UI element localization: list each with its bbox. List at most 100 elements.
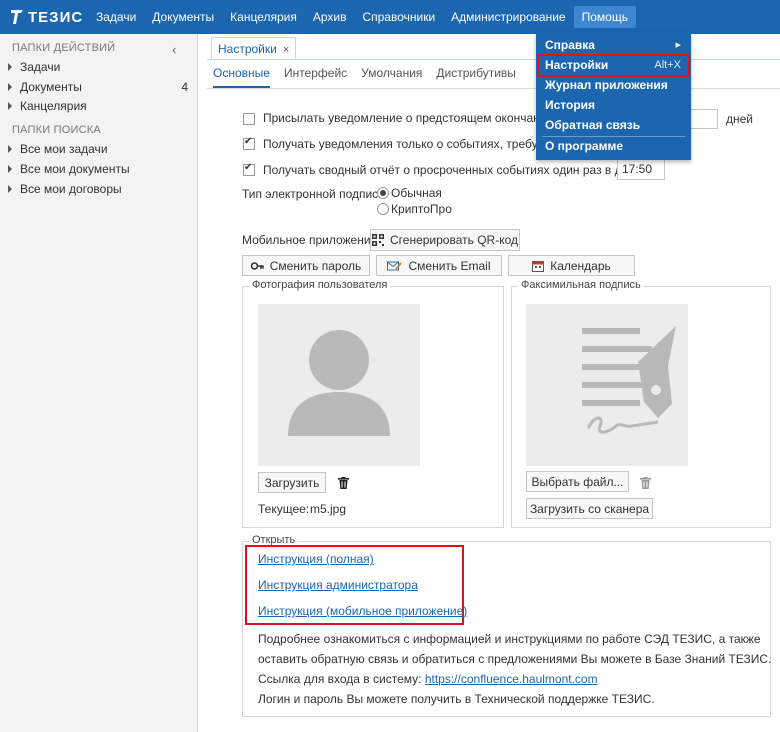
upload-photo-button[interactable]: Загрузить <box>258 472 326 493</box>
current-photo-file: m5.jpg <box>310 502 347 516</box>
link-manual-mobile[interactable]: Инструкция (мобильное приложение) <box>258 604 467 618</box>
login-link-label: Ссылка для входа в систему: <box>258 672 422 686</box>
settings-subtabs: Основные Интерфейс Умолчания Дистрибутив… <box>213 66 530 88</box>
settings-item-highlight <box>537 54 690 77</box>
signature-pen-icon <box>582 326 676 434</box>
notify-expiry-label: Присылать уведомление о предстоящем окон… <box>263 111 571 125</box>
button-label: Выбрать файл... <box>531 474 624 489</box>
calendar-icon <box>532 260 545 272</box>
trash-icon[interactable] <box>640 477 651 492</box>
facsimile-legend: Факсимильная подпись <box>518 279 644 291</box>
info-text-3: Ссылка для входа в систему: https://conf… <box>258 672 598 686</box>
generate-qr-button[interactable]: Сгенерировать QR-код <box>370 229 520 251</box>
sidebar-item-label: Все мои документы <box>20 162 130 176</box>
trash-icon[interactable] <box>338 477 349 492</box>
change-email-button[interactable]: Сменить Email <box>376 255 502 276</box>
confluence-link[interactable]: https://confluence.haulmont.com <box>425 672 598 686</box>
subtab-defaults[interactable]: Умолчания <box>361 66 422 88</box>
sign-radio-cryptopro[interactable] <box>377 203 389 215</box>
sidebar-collapse-icon[interactable]: ‹ <box>172 42 176 57</box>
sign-radio-regular[interactable] <box>377 187 389 199</box>
digest-time-input[interactable]: 17:50 <box>617 159 665 180</box>
menu-archive[interactable]: Архив <box>305 0 355 34</box>
sign-option-cryptopro: КриптоПро <box>391 202 452 216</box>
help-menu-item-help[interactable]: Справка ▸ <box>536 35 691 55</box>
subtab-divider <box>207 88 780 89</box>
qr-code-icon <box>371 234 384 246</box>
expand-arrow-icon <box>8 63 12 71</box>
scan-upload-button[interactable]: Загрузить со сканера <box>526 498 653 519</box>
tab-settings[interactable]: Настройки × <box>211 37 297 60</box>
notify-expiry-checkbox[interactable] <box>243 113 255 125</box>
subtab-distributives[interactable]: Дистрибутивы <box>436 66 516 88</box>
logo-icon <box>11 10 23 24</box>
sidebar-item-label: Канцелярия <box>20 99 87 113</box>
info-text-2: оставить обратную связь и обратиться с п… <box>258 652 772 666</box>
sidebar-item-my-contracts[interactable]: Все мои договоры <box>8 182 188 196</box>
sign-option-regular: Обычная <box>391 186 442 200</box>
help-menu-item-history[interactable]: История <box>536 95 691 115</box>
link-manual-full[interactable]: Инструкция (полная) <box>258 552 374 566</box>
button-label: Календарь <box>550 258 611 273</box>
menu-item-label: Справка <box>545 38 595 52</box>
sidebar-item-label: Задачи <box>20 60 61 74</box>
digest-checkbox[interactable] <box>243 162 255 176</box>
digest-label: Получать сводный отчёт о просроченных со… <box>263 163 651 177</box>
menu-documents[interactable]: Документы <box>144 0 222 34</box>
menu-administration[interactable]: Администрирование <box>443 0 573 34</box>
sidebar-item-documents[interactable]: Документы 4 <box>8 80 188 94</box>
button-label: Загрузить <box>264 475 320 490</box>
user-avatar-icon <box>288 330 390 436</box>
days-input[interactable] <box>690 109 718 129</box>
sidebar: ‹ ПАПКИ ДЕЙСТВИЙ Задачи Документы 4 Канце… <box>0 34 198 732</box>
help-dropdown-menu: Справка ▸ Настройки Alt+X Журнал приложени… <box>536 32 691 160</box>
sidebar-item-label: Документы <box>20 80 82 94</box>
app-logo[interactable]: ТЕЗИС <box>10 7 83 27</box>
button-label: Сгенерировать QR-код <box>389 233 518 247</box>
menu-references[interactable]: Справочники <box>354 0 443 34</box>
menu-office[interactable]: Канцелярия <box>222 0 305 34</box>
expand-arrow-icon <box>8 83 12 91</box>
subtab-interface[interactable]: Интерфейс <box>284 66 347 88</box>
menu-help[interactable]: Помощь <box>573 6 636 28</box>
main-menu: Задачи Документы Канцелярия Архив Справо… <box>88 0 636 34</box>
sidebar-item-my-documents[interactable]: Все мои документы <box>8 162 188 176</box>
email-edit-icon <box>387 260 403 272</box>
help-menu-item-about[interactable]: О программе <box>536 136 691 156</box>
notify-only-checkbox[interactable] <box>243 136 255 150</box>
help-menu-item-app-log[interactable]: Журнал приложения <box>536 75 691 95</box>
button-label: Загрузить со сканера <box>529 501 650 516</box>
close-icon[interactable]: × <box>283 44 289 56</box>
tab-label: Настройки <box>218 42 277 56</box>
info-text-4: Логин и пароль Вы можете получить в Техн… <box>258 692 655 706</box>
button-label: Сменить Email <box>408 258 491 273</box>
submenu-arrow-icon: ▸ <box>675 39 681 51</box>
expand-arrow-icon <box>8 165 12 173</box>
expand-arrow-icon <box>8 145 12 153</box>
top-navigation-bar: ТЕЗИС Задачи Документы Канцелярия Архив … <box>0 0 780 34</box>
sidebar-item-my-tasks[interactable]: Все мои задачи <box>8 142 188 156</box>
link-manual-admin[interactable]: Инструкция администратора <box>258 578 418 592</box>
calendar-button[interactable]: Календарь <box>508 255 635 276</box>
current-photo-label: Текущее: <box>258 502 310 516</box>
sidebar-item-tasks[interactable]: Задачи <box>8 60 188 74</box>
tab-divider <box>207 59 780 60</box>
help-menu-item-feedback[interactable]: Обратная связь <box>536 115 691 135</box>
sign-type-label: Тип электронной подписи <box>242 187 385 201</box>
sidebar-item-office[interactable]: Канцелярия <box>8 99 188 113</box>
sidebar-item-label: Все мои задачи <box>20 142 108 156</box>
subtab-main[interactable]: Основные <box>213 66 270 88</box>
info-text-1: Подробнее ознакомиться с информацией и и… <box>258 632 761 646</box>
days-label: дней <box>726 112 754 126</box>
facsimile-placeholder <box>526 304 688 466</box>
button-label: Сменить пароль <box>269 258 362 273</box>
sidebar-item-label: Все мои договоры <box>20 182 122 196</box>
expand-arrow-icon <box>8 102 12 110</box>
logo-text: ТЕЗИС <box>28 8 84 26</box>
expand-arrow-icon <box>8 185 12 193</box>
menu-tasks[interactable]: Задачи <box>88 0 144 34</box>
user-photo-legend: Фотография пользователя <box>249 279 391 291</box>
choose-file-button[interactable]: Выбрать файл... <box>526 471 629 492</box>
sidebar-actions-header: ПАПКИ ДЕЙСТВИЙ <box>12 42 116 54</box>
change-password-button[interactable]: Сменить пароль <box>242 255 370 276</box>
